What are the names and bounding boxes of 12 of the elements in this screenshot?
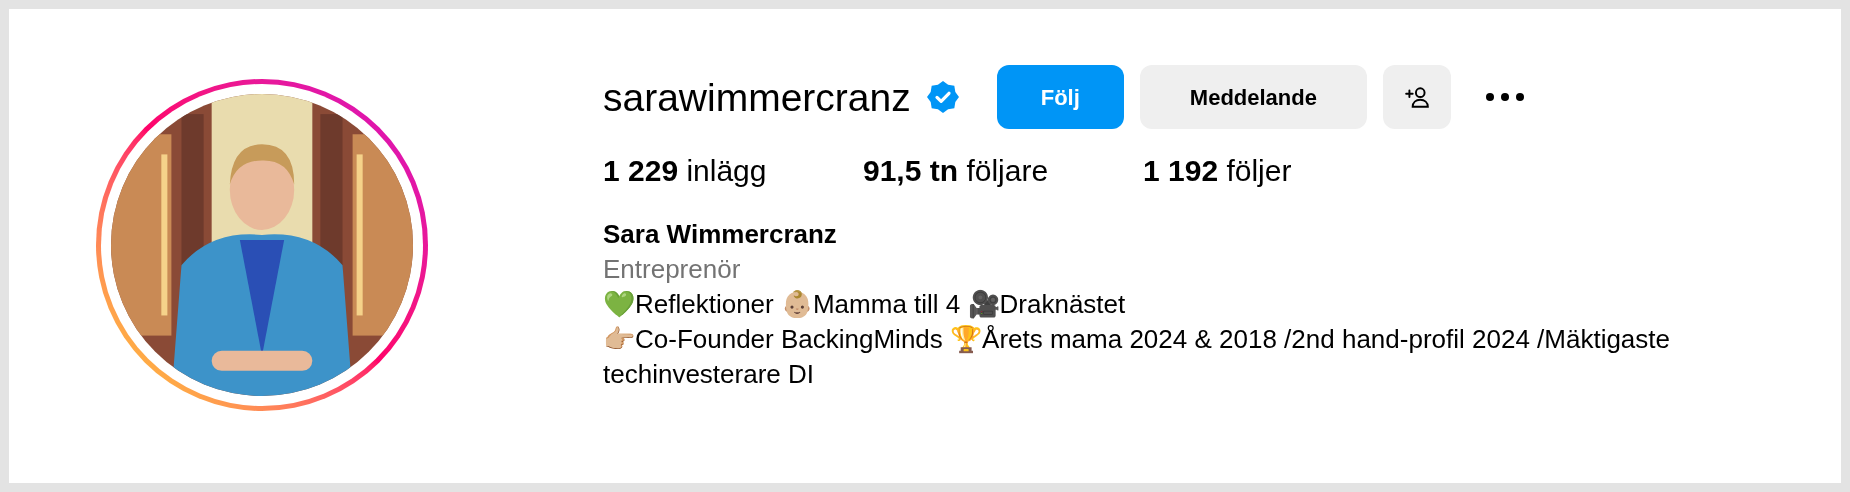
profile-stat[interactable]: 1 192 följer bbox=[1143, 151, 1292, 191]
add-person-button[interactable] bbox=[1382, 65, 1451, 129]
profile-category: Entreprenör bbox=[603, 253, 742, 286]
profile-name: Sara Wimmercranz bbox=[603, 218, 838, 251]
profile-stat[interactable]: 1 229 inlägg bbox=[603, 151, 863, 191]
profile-stat[interactable]: 91,5 tn följare bbox=[863, 151, 1143, 191]
username: sarawimmercranz bbox=[603, 77, 911, 117]
more-icon bbox=[1484, 92, 1525, 102]
message-button[interactable]: Meddelande bbox=[1139, 65, 1367, 129]
add-person-icon bbox=[1403, 84, 1430, 110]
bio-text: 💚Reflektioner 👶🏼Mamma till 4 🎥Draknästet bbox=[603, 288, 1127, 321]
bio-text: 👉🏼Co-Founder BackingMinds 🏆Årets mama 2024 & 2018 /2nd hand-profil 2024 /Mäktigaste techinvesterare DI bbox=[603, 323, 1671, 391]
